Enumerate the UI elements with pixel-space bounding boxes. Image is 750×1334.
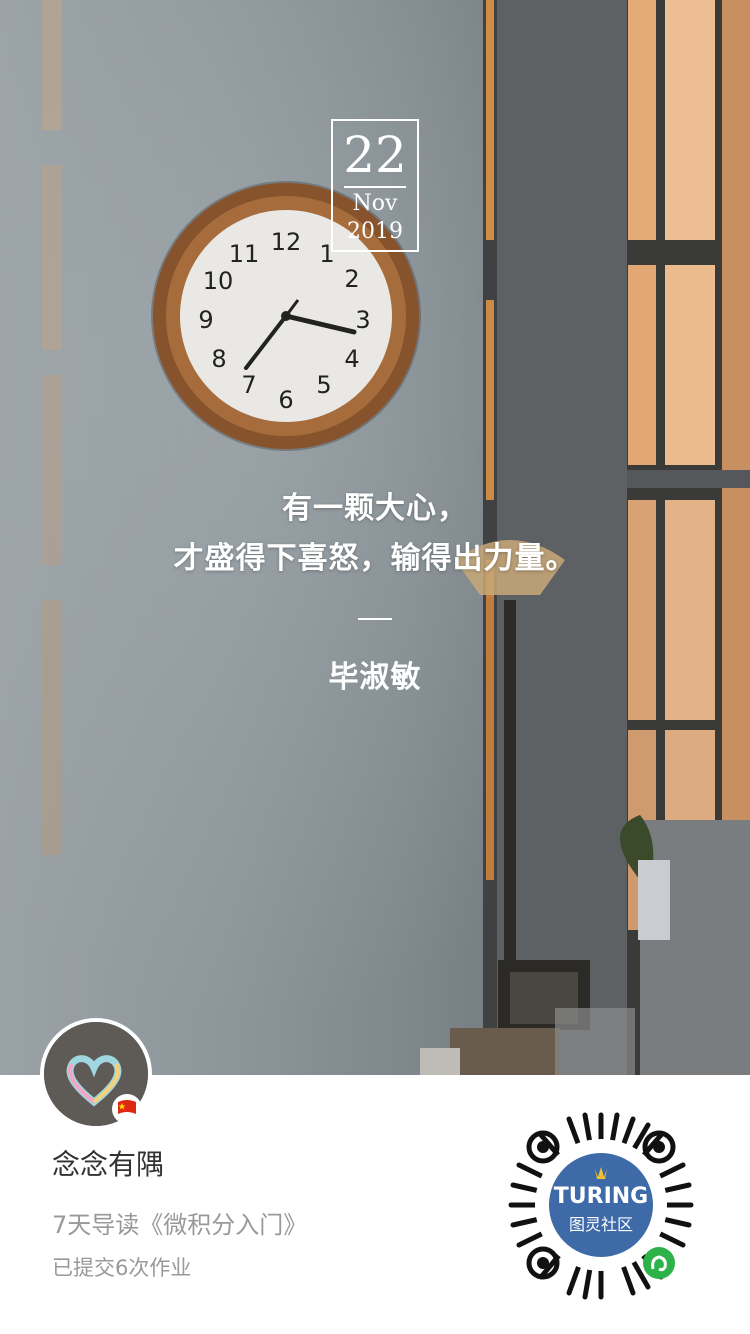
date-day: 22 xyxy=(343,126,407,184)
svg-text:11: 11 xyxy=(229,240,260,268)
homework-count: 已提交6次作业 xyxy=(52,1256,192,1280)
date-divider xyxy=(344,186,406,188)
svg-text:6: 6 xyxy=(278,386,293,414)
quote-divider xyxy=(358,618,392,620)
quote-author: 毕淑敏 xyxy=(328,660,422,695)
qr-brand-subtext: 图灵社区 xyxy=(569,1215,633,1234)
svg-text:4: 4 xyxy=(344,345,359,373)
date-badge: 22 Nov 2019 xyxy=(331,119,419,252)
china-flag-icon xyxy=(112,1094,142,1124)
course-title: 7天导读《微积分入门》 xyxy=(52,1211,308,1239)
svg-text:10: 10 xyxy=(203,267,234,295)
quote-line-2: 才盛得下喜怒，输得出力量。 xyxy=(173,541,577,576)
svg-text:2: 2 xyxy=(344,265,359,293)
svg-text:7: 7 xyxy=(241,371,256,399)
svg-text:12: 12 xyxy=(271,228,302,256)
svg-text:3: 3 xyxy=(355,306,370,334)
svg-text:8: 8 xyxy=(211,345,226,373)
wechat-mini-program-icon xyxy=(643,1247,675,1279)
poster-background: 12 1 2 3 4 5 6 7 8 9 10 11 22 Nov 2019 有… xyxy=(0,0,750,1075)
date-year: 2019 xyxy=(347,219,403,244)
username: 念念有隅 xyxy=(52,1148,165,1181)
svg-text:9: 9 xyxy=(198,306,213,334)
qr-brand-text: TURING xyxy=(554,1184,648,1209)
mini-program-qr-code[interactable]: TURING 图灵社区 xyxy=(503,1107,699,1303)
date-month: Nov xyxy=(352,191,398,216)
quote-line-1: 有一颗大心， xyxy=(282,491,468,526)
svg-text:5: 5 xyxy=(316,371,331,399)
